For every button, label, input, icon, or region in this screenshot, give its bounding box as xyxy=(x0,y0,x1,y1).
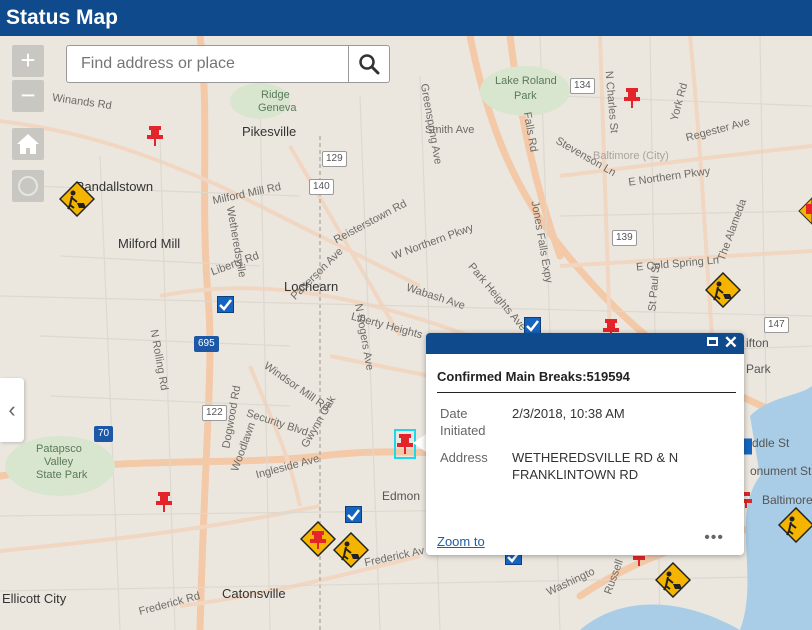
pin-icon[interactable] xyxy=(797,196,812,226)
road-edmondson: Edmon xyxy=(382,489,421,503)
roadwork-icon[interactable] xyxy=(333,532,369,568)
divider xyxy=(437,392,736,393)
roadwork-icon[interactable] xyxy=(778,507,812,543)
locate-button[interactable] xyxy=(12,170,44,202)
search-input[interactable] xyxy=(67,46,349,82)
home-icon xyxy=(17,134,39,154)
popup-titlebar: ✕ xyxy=(426,333,744,354)
place-catonsville: Catonsville xyxy=(222,586,286,601)
map-view[interactable]: Pikesville Randallstown Milford Mill Loc… xyxy=(0,36,812,630)
close-icon[interactable]: ✕ xyxy=(724,333,738,353)
field-label-address: Address xyxy=(440,450,488,465)
road-middle-st: ddle St xyxy=(752,436,790,450)
zoom-to-link[interactable]: Zoom to xyxy=(437,534,485,549)
place-milford-mill: Milford Mill xyxy=(118,236,181,251)
search-button[interactable] xyxy=(348,46,389,82)
shield-70: 70 xyxy=(94,426,114,442)
place-geneva: Geneva xyxy=(258,102,297,114)
field-value-address: WETHEREDSVILLE RD & N FRANKLINTOWN RD xyxy=(512,450,679,482)
shield-140: 140 xyxy=(309,179,334,195)
pin-icon[interactable] xyxy=(155,491,173,513)
home-button[interactable] xyxy=(12,128,44,160)
checkbox-icon[interactable] xyxy=(217,296,234,313)
shield-122: 122 xyxy=(202,405,227,421)
place-ridge: Ridge xyxy=(261,89,290,101)
place-pikesville: Pikesville xyxy=(242,124,297,139)
roadwork-icon[interactable] xyxy=(705,272,741,308)
popup-title: Confirmed Main Breaks:519594 xyxy=(437,369,630,384)
field-label-date: Date Initiated xyxy=(440,406,486,438)
search-box xyxy=(66,45,390,83)
popup-pointer xyxy=(413,434,426,452)
checkbox-icon[interactable] xyxy=(345,506,362,523)
roadwork-icon[interactable] xyxy=(655,562,691,598)
checkbox-icon[interactable] xyxy=(524,317,541,334)
app-title: Status Map xyxy=(6,6,119,29)
place-lake-roland-park: Park xyxy=(514,90,537,102)
zoom-out-button[interactable]: − xyxy=(12,80,44,112)
pin-icon[interactable] xyxy=(623,87,641,109)
shield-695: 695 xyxy=(194,336,219,352)
maximize-icon[interactable] xyxy=(707,337,718,346)
collapse-panel-button[interactable]: ‹ xyxy=(0,378,24,442)
road-clifton: ifton xyxy=(746,336,769,350)
road-park: Park xyxy=(746,362,771,376)
locate-icon xyxy=(18,176,38,196)
feature-popup: ✕ Confirmed Main Breaks:519594 Date Init… xyxy=(426,333,744,555)
road-monument: onument St xyxy=(750,464,812,478)
place-lake-roland: Lake Roland xyxy=(495,75,557,87)
shield-129: 129 xyxy=(322,151,347,167)
chevron-left-icon: ‹ xyxy=(8,397,16,422)
search-icon xyxy=(359,54,380,75)
shield-139: 139 xyxy=(612,230,637,246)
place-patapsco-state-park: State Park xyxy=(36,469,88,481)
road-baltimore: Baltimore xyxy=(762,493,812,507)
more-actions-button[interactable]: ••• xyxy=(704,529,724,547)
place-patapsco-valley: Valley xyxy=(44,456,74,468)
field-value-date: 2/3/2018, 10:38 AM xyxy=(512,406,625,421)
roadwork-icon[interactable] xyxy=(59,181,95,217)
shield-147: 147 xyxy=(764,317,789,333)
shield-134: 134 xyxy=(570,78,595,94)
pin-icon[interactable] xyxy=(146,125,164,147)
zoom-in-button[interactable]: + xyxy=(12,45,44,77)
app-title-bar: Status Map xyxy=(0,0,812,36)
place-patapsco: Patapsco xyxy=(36,443,82,455)
roadwork-pin-icon[interactable] xyxy=(300,521,336,557)
place-ellicott-city: Ellicott City xyxy=(2,591,67,606)
